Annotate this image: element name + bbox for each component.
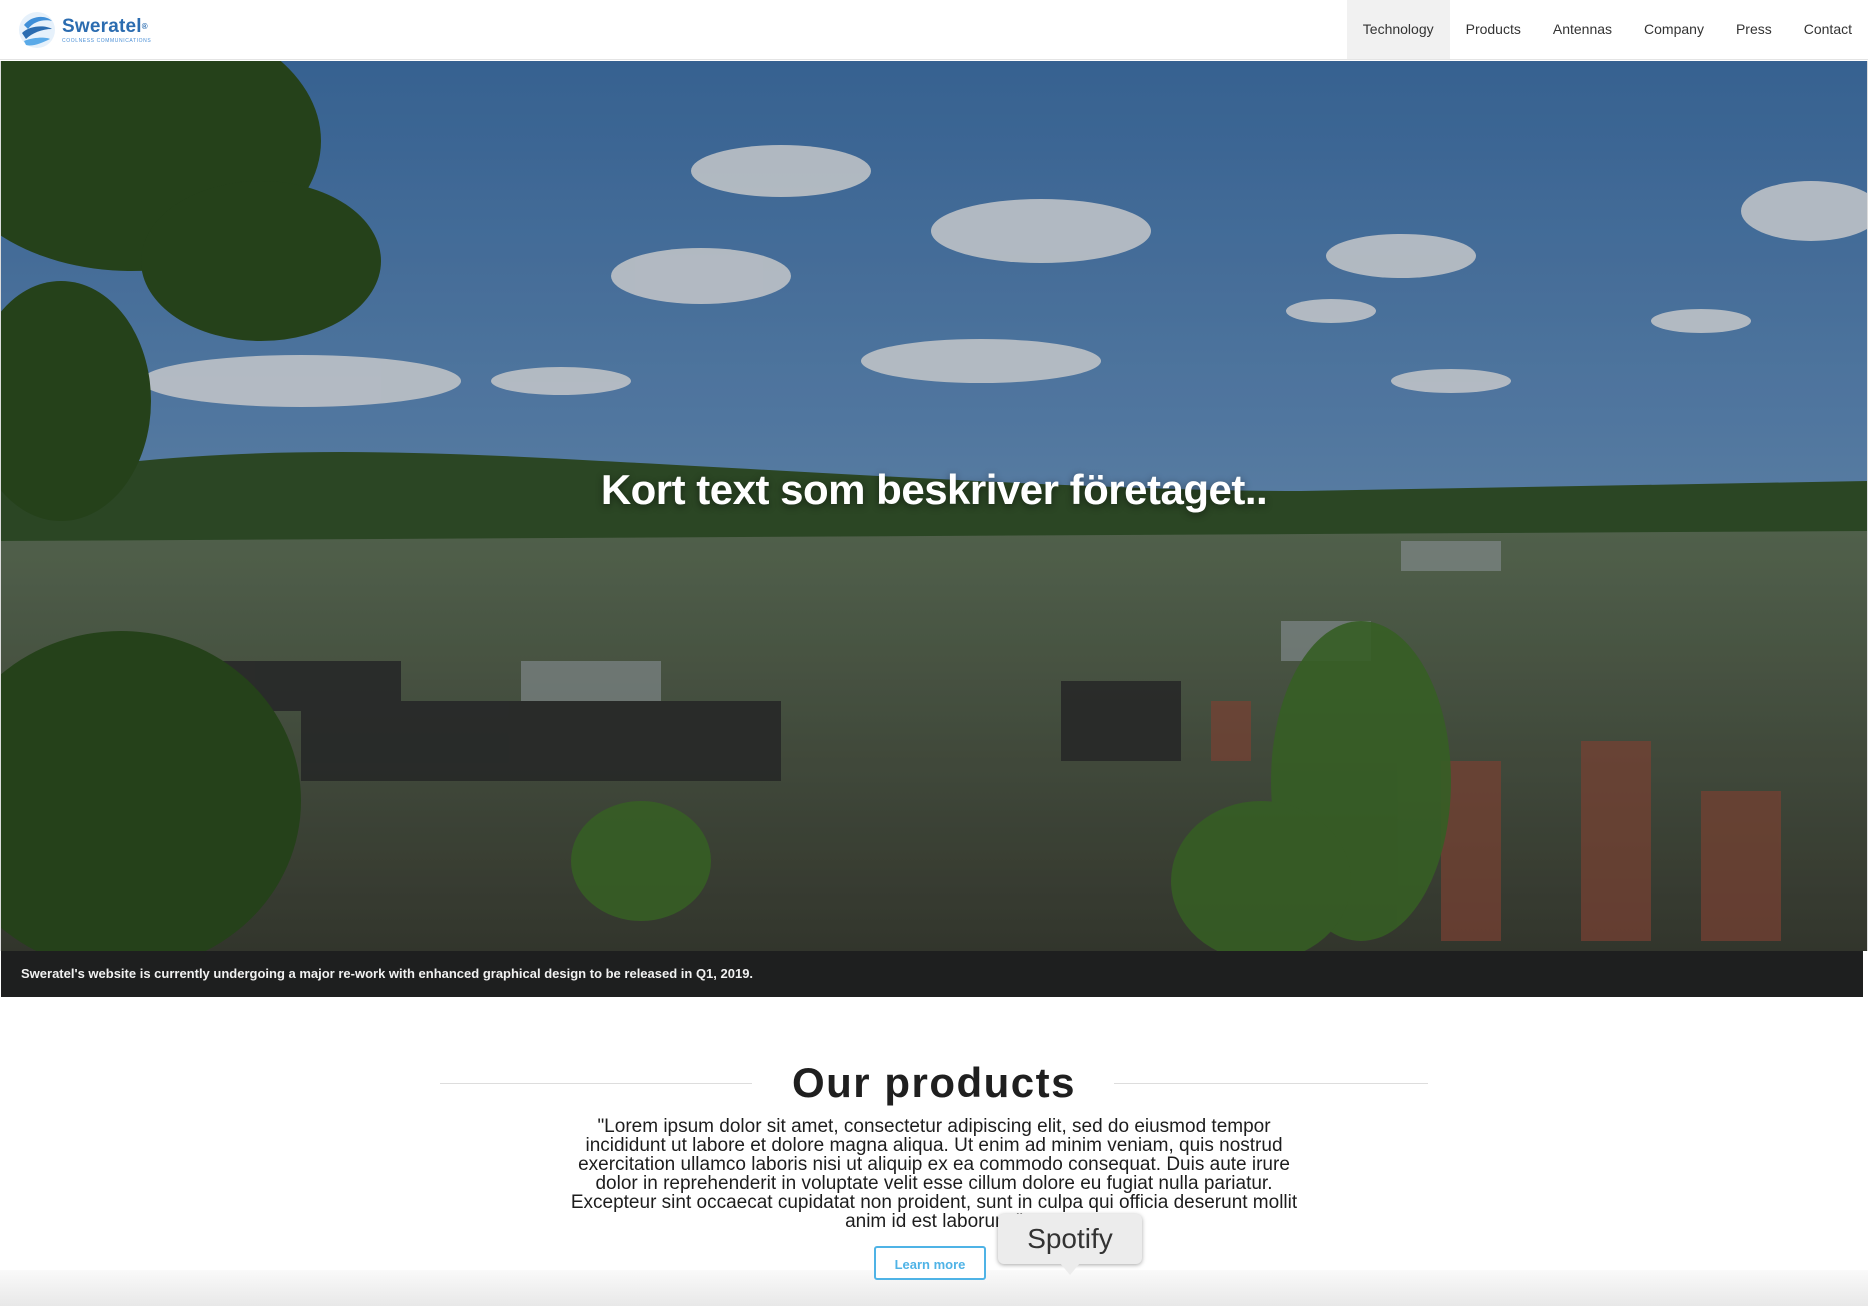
products-section: Our products "Lorem ipsum dolor sit amet… [0,1030,1868,1270]
hero-title: Kort text som beskriver företaget.. [600,466,1268,513]
nav-antennas[interactable]: Antennas [1537,0,1628,59]
nav-contact[interactable]: Contact [1788,0,1868,59]
main-nav: Technology Products Antennas Company Pre… [1346,0,1868,59]
site-notice-bar: Sweratel's website is currently undergoi… [1,951,1863,997]
products-heading: Our products [791,1059,1076,1106]
nav-products[interactable]: Products [1450,0,1537,59]
nav-technology[interactable]: Technology [1346,0,1450,59]
spotify-tooltip: Spotify [998,1214,1142,1264]
hero-banner: Kort text som beskriver företaget.. [0,61,1868,951]
products-description: "Lorem ipsum dolor sit amet, consectetur… [570,1116,1298,1232]
nav-press[interactable]: Press [1720,0,1788,59]
sweratel-logo[interactable]: Sweratel® COOLNESS COMMUNICATIONS [16,9,151,51]
logo-tagline: COOLNESS COMMUNICATIONS [62,37,152,44]
tooltip-arrow [1060,1263,1080,1275]
site-header: Sweratel® COOLNESS COMMUNICATIONS Techno… [0,0,1868,60]
nav-company[interactable]: Company [1628,0,1720,59]
logo-name: Sweratel® [62,15,148,37]
sweratel-logo-icon [19,12,55,48]
learn-more-button[interactable]: Learn more [874,1246,986,1280]
